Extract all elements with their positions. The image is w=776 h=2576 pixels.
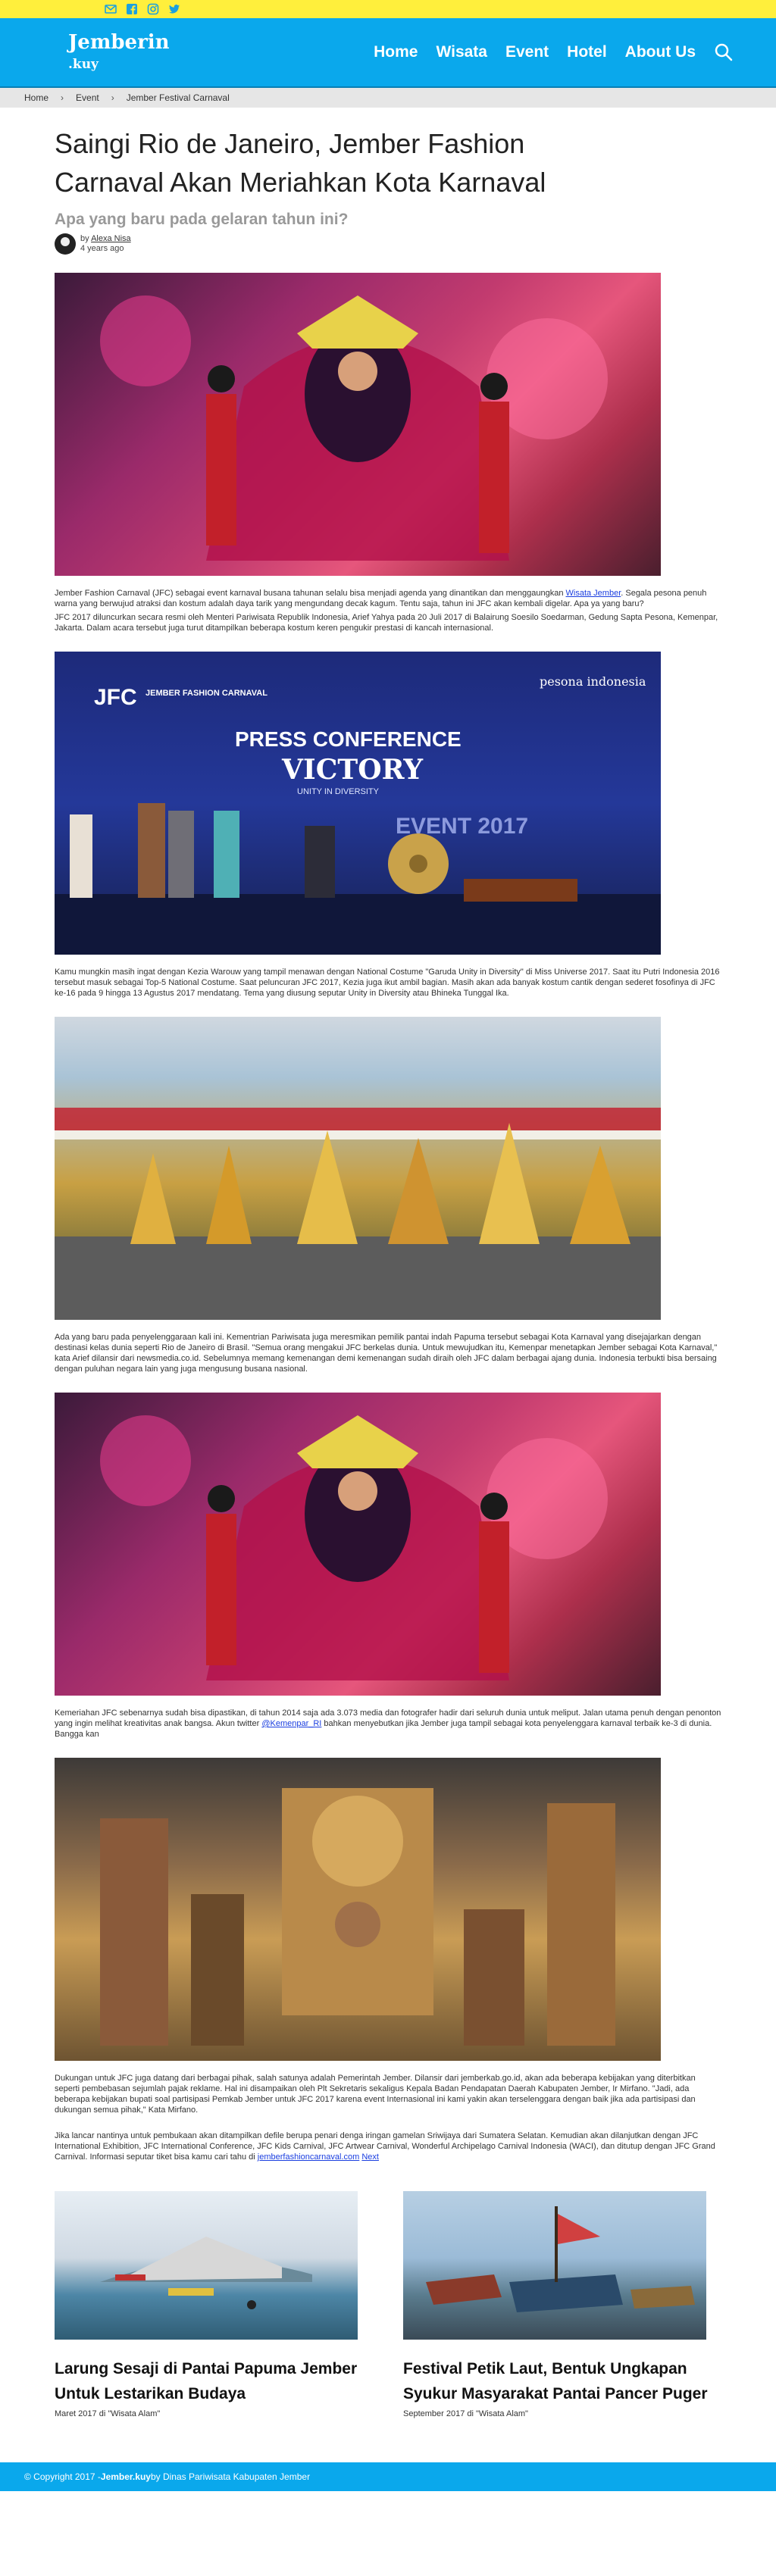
chevron-right-icon: › [61, 92, 64, 103]
related-date: Maret 2017 di "Wisata Alam" [55, 2409, 161, 2418]
twitter-icon[interactable] [168, 3, 180, 15]
paragraph-5: Kemeriahan JFC sebenarnya sudah bisa dip… [55, 1708, 721, 1740]
paragraph-4: Ada yang baru pada penyelenggaraan kali … [55, 1333, 718, 1374]
social-bar [0, 0, 776, 18]
author-link[interactable]: Alexa Nisa [91, 234, 131, 243]
paragraph-1: Jember Fashion Carnaval (JFC) sebagai ev… [55, 588, 721, 609]
post-age: 4 years ago [80, 244, 124, 253]
nav-event[interactable]: Event [505, 43, 549, 61]
breadcrumb-event[interactable]: Event [76, 92, 99, 103]
related-posts: Larung Sesaji di Pantai Papuma Jember Un… [55, 2191, 776, 2418]
search-icon[interactable] [714, 42, 734, 62]
article-subtitle: Apa yang baru pada gelaran tahun ini? [55, 211, 349, 228]
logo-line-2: .kuy [68, 57, 99, 72]
page-title: Saingi Rio de Janeiro, Jember Fashion Ca… [55, 128, 546, 198]
nav-about-us[interactable]: About Us [625, 43, 696, 61]
jfc-logo-text: JEMBER FASHION CARNAVAL [146, 689, 268, 698]
instagram-icon[interactable] [147, 3, 159, 15]
victory-text: VICTORY [281, 754, 424, 786]
footer-by: by Dinas Pariwisata Kabupaten Jember [150, 2471, 311, 2482]
footer-copyright: © Copyright 2017 - [24, 2471, 101, 2482]
breadcrumb: Home › Event › Jember Festival Carnaval [0, 88, 776, 108]
press-banner-text: PRESS CONFERENCE [235, 727, 462, 751]
nav-hotel[interactable]: Hotel [567, 43, 607, 61]
author-prefix: by [80, 234, 89, 243]
author-block: by Alexa Nisa 4 years ago [55, 233, 776, 255]
p1-text-a: Jember Fashion Carnaval (JFC) sebagai ev… [55, 589, 566, 598]
chevron-right-icon: › [111, 92, 114, 103]
breadcrumb-current: Jember Festival Carnaval [126, 92, 230, 103]
costume-photo [55, 1758, 661, 2061]
carnival-photo-2 [55, 1393, 661, 1696]
jfc-website-link[interactable]: jemberfashioncarnaval.com [258, 2152, 360, 2162]
facebook-icon[interactable] [126, 3, 138, 15]
related-post[interactable]: Larung Sesaji di Pantai Papuma Jember Un… [55, 2191, 358, 2418]
wisata-jember-link[interactable]: Wisata Jember [566, 589, 621, 598]
pesona-logo-text: pesona indonesia [540, 674, 646, 689]
related-title[interactable]: Larung Sesaji di Pantai Papuma Jember Un… [55, 2356, 380, 2406]
nav-home[interactable]: Home [374, 43, 418, 61]
next-link[interactable]: Next [361, 2152, 379, 2162]
site-header: Jemberin .kuy Home Wisata Event Hotel Ab… [0, 18, 776, 88]
related-title[interactable]: Festival Petik Laut, Bentuk Ungkapan Syu… [403, 2356, 729, 2406]
paragraph-3: Kamu mungkin masih ingat dengan Kezia Wa… [55, 968, 720, 998]
main-nav: Home Wisata Event Hotel About Us [374, 42, 734, 62]
logo-line-1: Jemberin [68, 31, 170, 54]
kemenpar-twitter-link[interactable]: @Kemenpar_RI [261, 1719, 321, 1728]
email-icon[interactable] [105, 3, 117, 15]
carnival-photo-1 [55, 273, 661, 576]
avatar[interactable] [55, 233, 76, 255]
related-thumbnail-larung[interactable] [55, 2191, 358, 2340]
carnival-parade-photo [55, 1017, 661, 1320]
press-conference-photo: JFC JEMBER FASHION CARNAVAL pesona indon… [55, 652, 661, 955]
jfc-logo-short: JFC [94, 685, 137, 710]
related-thumbnail-petik-laut[interactable] [403, 2191, 706, 2340]
article: Saingi Rio de Janeiro, Jember Fashion Ca… [0, 124, 776, 2418]
paragraph-6: Dukungan untuk JFC juga datang dari berb… [55, 2074, 696, 2115]
nav-wisata[interactable]: Wisata [436, 43, 487, 61]
related-post[interactable]: Festival Petik Laut, Bentuk Ungkapan Syu… [403, 2191, 708, 2418]
related-date: September 2017 di "Wisata Alam" [403, 2409, 528, 2418]
site-footer: © Copyright 2017 - Jember.kuy by Dinas P… [0, 2462, 776, 2491]
breadcrumb-home[interactable]: Home [24, 92, 48, 103]
unity-text: UNITY IN DIVERSITY [297, 787, 380, 796]
paragraph-2: JFC 2017 diluncurkan secara resmi oleh M… [55, 613, 718, 633]
footer-site[interactable]: Jember.kuy [101, 2471, 151, 2482]
site-logo[interactable]: Jemberin .kuy [68, 33, 170, 72]
paragraph-7: Jika lancar nantinya untuk pembukaan aka… [55, 2131, 721, 2162]
p7-text-a: Jika lancar nantinya untuk pembukaan aka… [55, 2131, 715, 2162]
